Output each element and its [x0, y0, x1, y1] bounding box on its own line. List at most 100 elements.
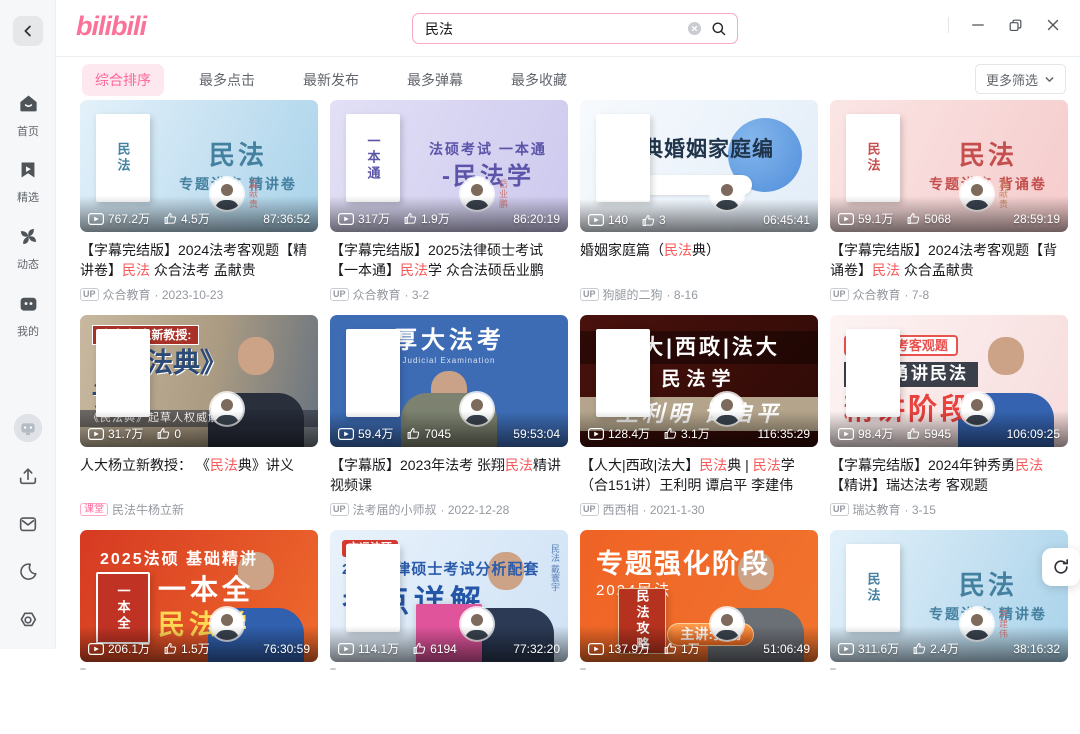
video-meta[interactable]: UP 众合教育 · 7-8: [830, 286, 1068, 303]
video-thumbnail[interactable]: 人大|西政|法大民法学王利明 谭启平 128.4万 3.1万 116:35:29: [580, 315, 818, 447]
uploader-name[interactable]: 西西相: [603, 501, 639, 518]
video-meta[interactable]: [830, 668, 1068, 670]
video-thumbnail[interactable]: 文运法硕2025法律硕士考试分析配套考点详解民法 戴寰宇 114.1万 6194…: [330, 530, 568, 662]
filter-tab-3[interactable]: 最新发布: [290, 64, 372, 96]
filter-tab-1[interactable]: 综合排序: [82, 64, 164, 96]
like-count-stat: 7045: [407, 427, 451, 441]
video-meta[interactable]: 课堂 民法牛杨立新: [80, 501, 318, 518]
minimize-button[interactable]: [969, 16, 987, 34]
video-stats-overlay: 59.4万 7045 59:53:04: [330, 411, 568, 447]
play-count-icon: [88, 213, 104, 225]
video-meta[interactable]: UP 西西相 · 2021-1-30: [580, 501, 818, 518]
video-duration: 06:45:41: [763, 213, 810, 227]
play-count: 98.4万: [858, 425, 893, 442]
video-meta[interactable]: UP 狗腿的二狗 · 8-16: [580, 286, 818, 303]
like-count-stat: 0: [157, 427, 181, 441]
sidebar-item-1[interactable]: 首页: [17, 92, 40, 139]
video-thumbnail[interactable]: 人大 杨立新教授:《民法典》讲义《民法典》起草人权威解读 31.7万 0: [80, 315, 318, 447]
like-count: 3.1万: [681, 425, 710, 442]
uploader-name[interactable]: 狗腿的二狗: [603, 286, 663, 303]
like-count: 3: [659, 213, 666, 227]
book-cover: 一本通: [346, 114, 400, 202]
video-card[interactable]: 2025法硕 基础精讲一本全民法学 一本全 206.1万 1.5万 76:30:…: [80, 530, 318, 734]
video-meta[interactable]: UP 法考届的小师叔 · 2022-12-28: [330, 501, 568, 518]
video-thumbnail[interactable]: 2025法硕 基础精讲一本全民法学 一本全 206.1万 1.5万 76:30:…: [80, 530, 318, 662]
video-thumbnail[interactable]: 厚大法考Judicial Examination 59.4万 7045 59:5…: [330, 315, 568, 447]
video-card[interactable]: 专题强化阶段2024民法主讲:张翔 民法攻略 137.9万 1万 51:06:4…: [580, 530, 818, 734]
bilibili-logo[interactable]: bilibili: [76, 11, 146, 42]
video-meta[interactable]: UP 瑞达教育 · 3-15: [830, 501, 1068, 518]
video-thumbnail[interactable]: 民法专题讲座 精讲卷 民法 孟献贵 767.2万 4.5万 87:36:52: [80, 100, 318, 232]
user-avatar[interactable]: [15, 417, 41, 443]
uploader-name[interactable]: 民法牛杨立新: [112, 501, 184, 518]
uploader-badge-icon: UP: [830, 288, 849, 301]
settings-button[interactable]: [15, 609, 41, 635]
search-input[interactable]: [423, 20, 679, 38]
video-card[interactable]: 法硕考试 一本通-民法学 一本通 岳业鹏 317万 1.9万 86:20:19 …: [330, 100, 568, 304]
video-title[interactable]: 【字幕版】2023年法考 张翔民法精讲视频课: [330, 455, 568, 495]
back-button[interactable]: [13, 16, 43, 46]
sidebar-item-2[interactable]: 精选: [17, 159, 39, 205]
video-title[interactable]: 【字幕完结版】2024法考客观题【背诵卷】民法 众合孟献贵: [830, 240, 1068, 280]
video-meta[interactable]: UP 众合教育 · 2023-10-23: [80, 286, 318, 303]
sidebar-item-3[interactable]: 动态: [17, 225, 40, 272]
search-box[interactable]: [412, 13, 738, 44]
book-cover: [96, 329, 150, 417]
video-thumbnail[interactable]: 民法专题讲座 背诵卷 民法 孟献贵 59.1万 5068 28:59:19: [830, 100, 1068, 232]
video-title[interactable]: 【字幕完结版】2024年钟秀勇民法【精讲】瑞达法考 客观题: [830, 455, 1068, 495]
video-thumbnail[interactable]: 民法典婚姻家庭编 140 3 06:45:41: [580, 100, 818, 232]
video-meta[interactable]: [330, 668, 568, 670]
video-title[interactable]: 【字幕完结版】2025法律硕士考试【一本通】民法学 众合法硕岳业鹏: [330, 240, 568, 280]
video-card[interactable]: 厚大法考Judicial Examination 59.4万 7045 59:5…: [330, 315, 568, 519]
video-card[interactable]: 民法专题讲座 背诵卷 民法 孟献贵 59.1万 5068 28:59:19 【字…: [830, 100, 1068, 304]
video-title[interactable]: 人大杨立新教授： 《民法典》讲义: [80, 455, 318, 495]
video-title[interactable]: 婚姻家庭篇（民法典）: [580, 240, 818, 280]
filter-tab-5[interactable]: 最多收藏: [498, 64, 580, 96]
more-filters-button[interactable]: 更多筛选: [975, 64, 1066, 94]
upload-date: · 2022-12-28: [441, 503, 510, 517]
video-thumbnail[interactable]: 2024法考客观题钟秀勇讲民法精讲阶段 98.4万 5945 106:09:25: [830, 315, 1068, 447]
play-count: 128.4万: [608, 425, 650, 442]
filter-tab-2[interactable]: 最多点击: [186, 64, 268, 96]
video-card[interactable]: 2024法考客观题钟秀勇讲民法精讲阶段 98.4万 5945 106:09:25…: [830, 315, 1068, 519]
video-title[interactable]: 【字幕完结版】2024法考客观题【精讲卷】民法 众合法考 孟献贵: [80, 240, 318, 280]
play-count-icon: [838, 213, 854, 225]
video-title[interactable]: 【人大|西政|法大】民法典 | 民法学（合151讲）王利明 谭启平 李建伟（20…: [580, 455, 818, 495]
video-meta[interactable]: UP 众合教育 · 3-2: [330, 286, 568, 303]
uploader-name[interactable]: 众合教育: [353, 286, 401, 303]
uploader-name[interactable]: 瑞达教育: [853, 501, 901, 518]
uploader-name[interactable]: 众合教育: [853, 286, 901, 303]
message-button[interactable]: [15, 513, 41, 539]
video-thumbnail[interactable]: 专题强化阶段2024民法主讲:张翔 民法攻略 137.9万 1万 51:06:4…: [580, 530, 818, 662]
video-thumbnail[interactable]: 民法专题讲座 精讲卷 民法 李建伟 311.6万 2.4万 38:16:32: [830, 530, 1068, 662]
like-count-icon: [404, 212, 417, 225]
video-card[interactable]: 民法专题讲座 精讲卷 民法 李建伟 311.6万 2.4万 38:16:32: [830, 530, 1068, 734]
uploader-name[interactable]: 法考届的小师叔: [353, 501, 437, 518]
video-card[interactable]: 人大|西政|法大民法学王利明 谭启平 128.4万 3.1万 116:35:29…: [580, 315, 818, 519]
upload-date: · 8-16: [667, 288, 698, 302]
video-stats-overlay: 206.1万 1.5万 76:30:59: [80, 626, 318, 662]
message-icon: [17, 513, 39, 540]
upload-date: · 2023-10-23: [155, 288, 224, 302]
clear-icon[interactable]: [687, 21, 702, 36]
upload-button[interactable]: [15, 465, 41, 491]
video-card[interactable]: 人大 杨立新教授:《民法典》讲义《民法典》起草人权威解读 31.7万 0 人大杨…: [80, 315, 318, 519]
play-count-icon: [88, 428, 104, 440]
refresh-button[interactable]: [1042, 548, 1080, 586]
video-thumbnail[interactable]: 法硕考试 一本通-民法学 一本通 岳业鹏 317万 1.9万 86:20:19: [330, 100, 568, 232]
uploader-name[interactable]: 众合教育: [103, 286, 151, 303]
sidebar-item-4[interactable]: 我的: [17, 292, 40, 339]
play-count: 59.4万: [358, 425, 393, 442]
video-meta[interactable]: [580, 668, 818, 670]
moon-button[interactable]: [15, 561, 41, 587]
video-card[interactable]: 民法典婚姻家庭编 140 3 06:45:41 婚姻家庭篇（民法典） UP: [580, 100, 818, 304]
video-card[interactable]: 民法专题讲座 精讲卷 民法 孟献贵 767.2万 4.5万 87:36:52 【…: [80, 100, 318, 304]
maximize-button[interactable]: [1007, 17, 1024, 34]
home-icon: [17, 92, 40, 120]
search-icon[interactable]: [710, 20, 727, 37]
video-card[interactable]: 文运法硕2025法律硕士考试分析配套考点详解民法 戴寰宇 114.1万 6194…: [330, 530, 568, 734]
close-button[interactable]: [1044, 16, 1062, 34]
video-meta[interactable]: [80, 668, 318, 670]
filter-tab-4[interactable]: 最多弹幕: [394, 64, 476, 96]
book-cover: 民法: [846, 544, 900, 632]
